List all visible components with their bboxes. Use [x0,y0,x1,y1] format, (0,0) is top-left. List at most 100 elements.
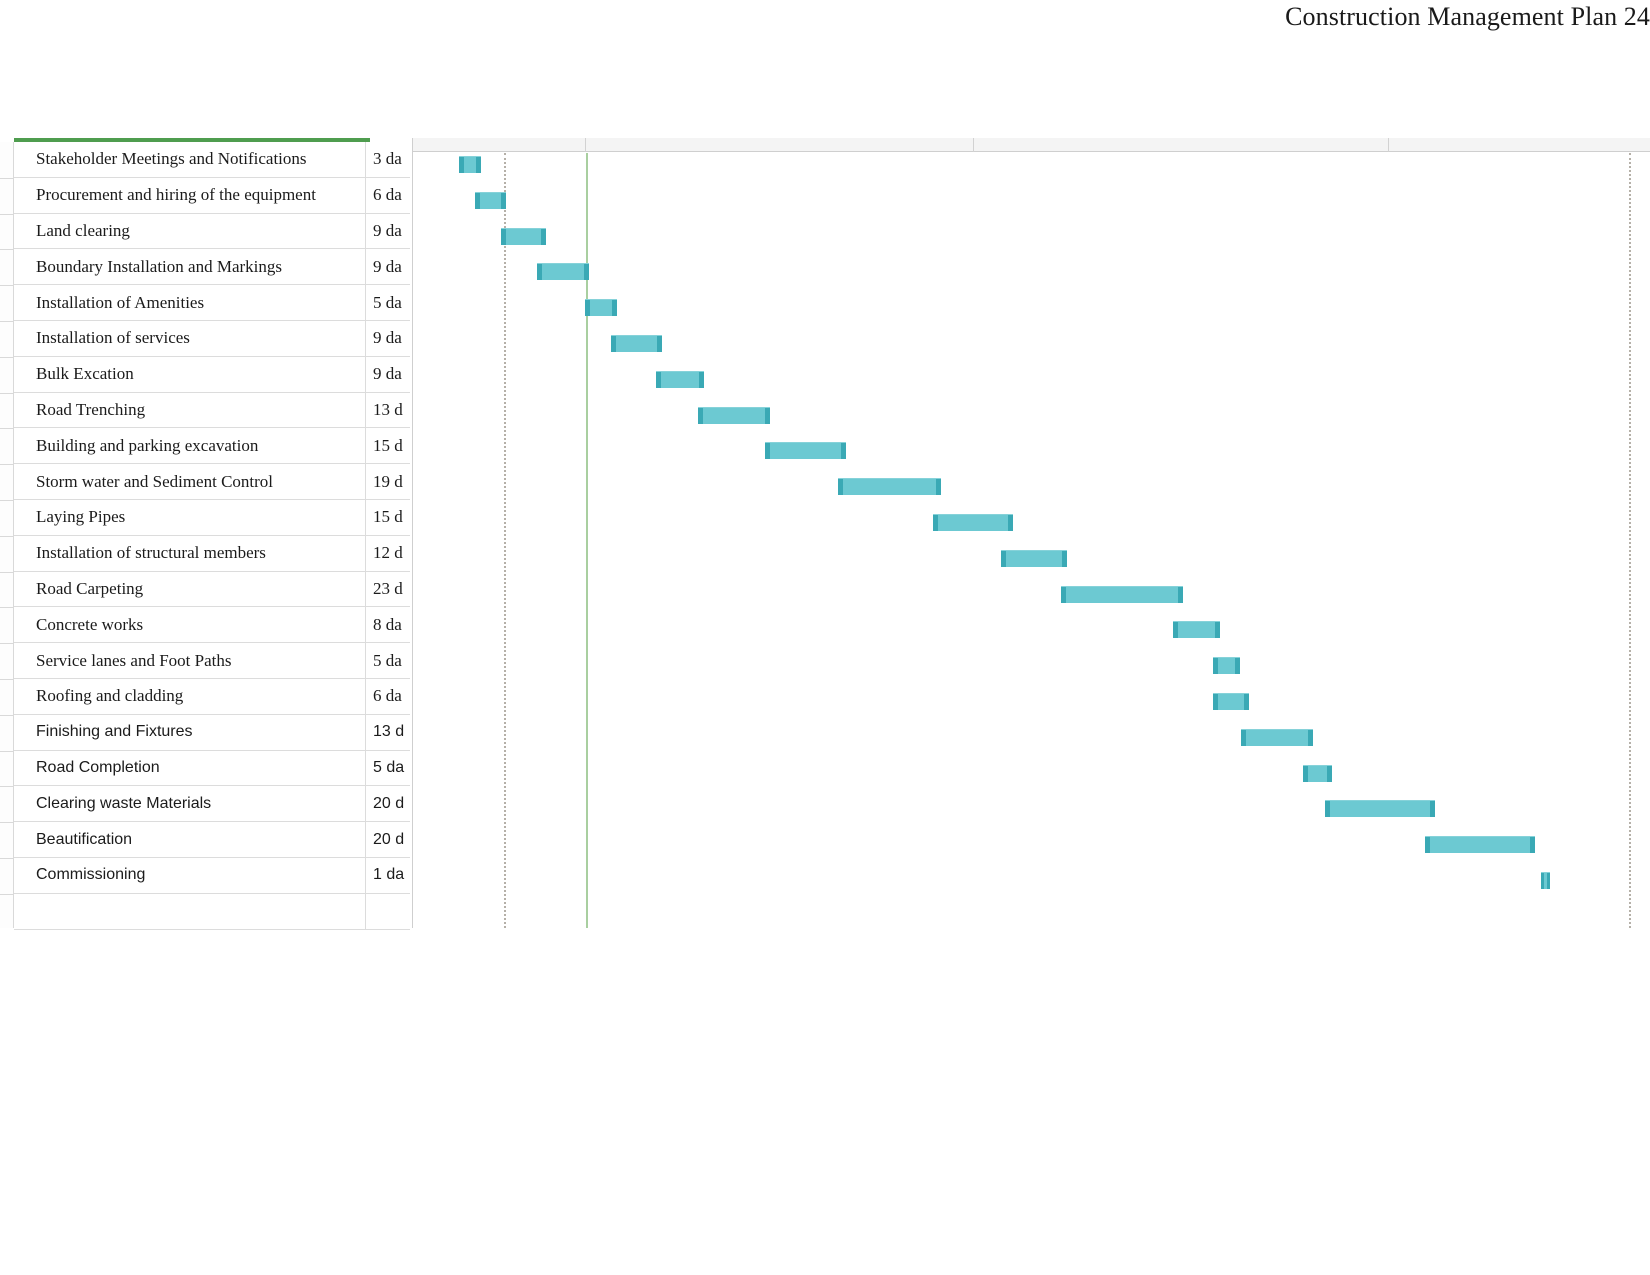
task-duration-cell[interactable]: 5 da [366,751,410,786]
table-row[interactable]: Land clearing 9 da [14,213,410,250]
gantt-task-bar[interactable] [459,156,481,173]
task-name-cell[interactable]: Beautification [14,822,366,857]
gantt-task-bar[interactable] [933,514,1013,531]
table-row[interactable]: Finishing and Fixtures 13 d [14,714,410,751]
table-row[interactable]: Storm water and Sediment Control 19 d [14,464,410,500]
table-row[interactable]: Beautification 20 d [14,822,410,858]
row-gutter-divider [0,500,14,501]
table-row[interactable]: Road Trenching 13 d [14,392,410,429]
task-name-cell[interactable]: Installation of structural members [14,535,366,571]
table-row[interactable]: Procurement and hiring of the equipment 6… [14,177,410,214]
table-row[interactable]: Concrete works 8 da [14,607,410,644]
task-duration-cell[interactable]: 5 da [366,643,410,678]
task-duration-cell[interactable]: 9 da [366,321,410,356]
task-name-cell[interactable]: Commissioning [14,857,366,893]
task-duration-cell[interactable]: 23 d [366,572,410,607]
gantt-task-bar[interactable] [1541,872,1550,889]
task-duration-cell[interactable]: 6 da [366,679,410,714]
gantt-task-bar[interactable] [475,191,506,209]
gantt-task-bar[interactable] [1325,800,1435,818]
task-duration-cell[interactable]: 1 da [366,858,410,893]
task-duration-cell[interactable]: 15 d [366,500,410,535]
table-row[interactable]: Installation of services 9 da [14,320,410,357]
task-duration-cell-empty[interactable] [366,894,410,929]
gantt-task-bar[interactable] [1303,764,1332,782]
table-row[interactable]: Bulk Excation 9 da [14,356,410,393]
row-gutter-divider [0,535,14,537]
table-row[interactable]: Stakeholder Meetings and Notifications 3 … [14,142,410,178]
task-duration-cell[interactable]: 15 d [366,428,410,463]
task-duration-cell[interactable]: 9 da [366,357,410,392]
task-duration-cell[interactable]: 20 d [366,822,410,857]
task-name-cell[interactable]: Road Trenching [14,392,366,428]
task-name-cell[interactable]: Roofing and cladding [14,678,366,714]
table-row[interactable]: Roofing and cladding 6 da [14,678,410,715]
task-name-cell[interactable]: Service lanes and Foot Paths [14,643,366,678]
table-row[interactable]: Laying Pipes 15 d [14,499,410,536]
row-indicator-gutter[interactable] [0,142,14,928]
task-name-cell[interactable]: Laying Pipes [14,499,366,535]
gantt-chart-widget: Stakeholder Meetings and Notifications 3 … [0,138,1650,930]
row-gutter-divider [0,714,14,716]
task-name-cell[interactable]: Land clearing [14,213,366,249]
gantt-task-bar[interactable] [1213,657,1240,675]
task-name-cell[interactable]: Procurement and hiring of the equipment [14,177,366,213]
gantt-task-bar[interactable] [1425,836,1535,854]
task-duration-cell[interactable]: 8 da [366,607,410,642]
task-duration-cell[interactable]: 9 da [366,214,410,249]
gantt-task-bar[interactable] [501,227,546,245]
task-duration-cell[interactable]: 6 da [366,178,410,213]
table-row[interactable]: Installation of structural members 12 d [14,535,410,572]
gantt-task-bar[interactable] [656,370,704,388]
row-gutter-divider [0,893,14,895]
task-duration-cell[interactable]: 13 d [366,715,410,750]
gantt-task-bar[interactable] [1241,728,1313,746]
table-row-empty[interactable] [14,893,410,930]
task-name-cell[interactable]: Stakeholder Meetings and Notifications [14,142,366,177]
gantt-task-bar[interactable] [585,299,617,317]
row-gutter-divider [0,321,14,322]
task-name-cell[interactable]: Installation of Amenities [14,285,366,320]
task-name-cell[interactable]: Storm water and Sediment Control [14,464,366,499]
task-duration-cell[interactable]: 20 d [366,786,410,821]
task-duration-cell[interactable]: 3 da [366,142,410,177]
gantt-task-bar[interactable] [698,406,770,424]
task-name-cell[interactable]: Installation of services [14,320,366,356]
task-name-cell[interactable]: Road Completion [14,750,366,786]
table-row[interactable]: Building and parking excavation 15 d [14,428,410,465]
task-name-cell[interactable]: Building and parking excavation [14,428,366,464]
table-row[interactable]: Road Carpeting 23 d [14,571,410,608]
gantt-task-bar[interactable] [1173,621,1220,639]
task-name-cell[interactable]: Boundary Installation and Markings [14,249,366,285]
task-name-cell[interactable]: Clearing waste Materials [14,786,366,822]
task-name-cell[interactable]: Road Carpeting [14,571,366,607]
table-row[interactable]: Road Completion 5 da [14,750,410,787]
table-row[interactable]: Service lanes and Foot Paths 5 da [14,643,410,679]
table-row[interactable]: Clearing waste Materials 20 d [14,786,410,823]
table-row[interactable]: Installation of Amenities 5 da [14,285,410,321]
row-gutter-divider [0,249,14,251]
row-gutter-divider [0,285,14,287]
gantt-task-bar[interactable] [611,335,662,352]
gantt-task-bar[interactable] [1061,585,1183,603]
gantt-task-bar[interactable] [765,442,846,460]
gantt-task-bar[interactable] [838,478,941,496]
task-duration-cell[interactable]: 9 da [366,249,410,284]
row-gutter-divider [0,571,14,573]
task-duration-cell[interactable]: 5 da [366,285,410,320]
gantt-task-bar[interactable] [537,263,589,281]
task-name-cell[interactable]: Concrete works [14,607,366,643]
timeline-header-separator [1388,138,1389,152]
task-duration-cell[interactable]: 13 d [366,393,410,428]
task-name-cell-empty[interactable] [14,893,366,929]
task-name-cell[interactable]: Bulk Excation [14,356,366,392]
row-gutter-divider [0,786,14,788]
task-duration-cell[interactable]: 19 d [366,464,410,499]
task-name-cell[interactable]: Finishing and Fixtures [14,714,366,750]
row-gutter-divider [0,643,14,645]
table-row[interactable]: Commissioning 1 da [14,857,410,894]
table-row[interactable]: Boundary Installation and Markings 9 da [14,249,410,286]
task-duration-cell[interactable]: 12 d [366,536,410,571]
gantt-task-bar[interactable] [1213,693,1249,710]
gantt-task-bar[interactable] [1001,549,1067,567]
